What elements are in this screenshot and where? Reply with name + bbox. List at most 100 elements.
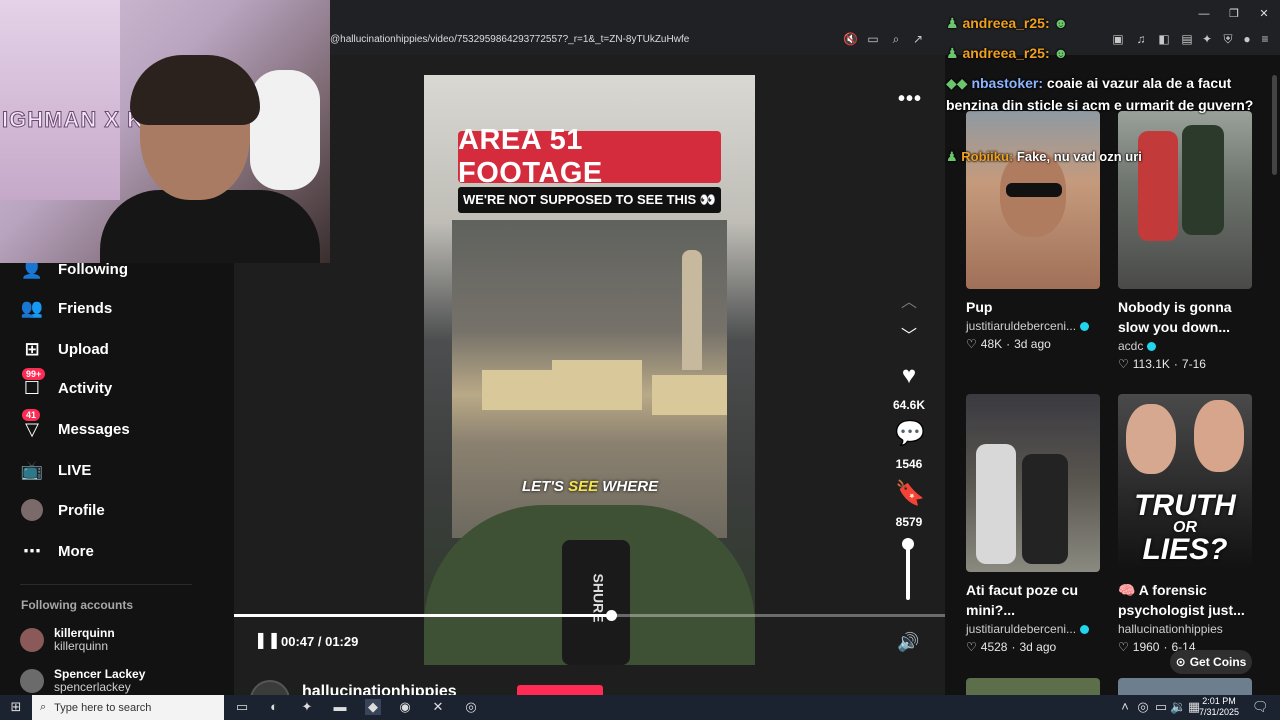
sidebar-item-upload[interactable]: ⊞ Upload	[20, 334, 108, 364]
following-account-row[interactable]: killerquinn killerquinn	[20, 627, 115, 653]
sidebar-item-label: More	[58, 542, 94, 560]
minimize-icon[interactable]: —	[1196, 6, 1212, 22]
speaker-icon[interactable]: 🔉	[1170, 699, 1186, 715]
close-icon[interactable]: ✕	[1256, 6, 1272, 22]
chat-username: andreea_r25:	[962, 45, 1050, 61]
chat-badge-icon: ♟	[946, 45, 959, 61]
more-options-icon[interactable]: •••	[898, 88, 922, 111]
card-thumbnail[interactable]	[1118, 111, 1252, 289]
card-author[interactable]: hallucinationhippies	[1118, 622, 1252, 636]
card-author[interactable]: acdc	[1118, 339, 1252, 353]
get-coins-label: Get Coins	[1189, 655, 1247, 669]
browser-app-icon[interactable]: ◆	[365, 699, 381, 715]
card-author[interactable]: justitiaruldeberceni...	[966, 319, 1100, 333]
meta-separator: ·	[1006, 337, 1011, 351]
sidebar-item-more[interactable]: ⋯ More	[20, 536, 94, 566]
pause-icon[interactable]: ❚❚	[254, 632, 281, 650]
zoom-icon[interactable]: ⌕	[889, 32, 903, 46]
chat-username: Robiiku:	[961, 149, 1014, 164]
recommended-card-partial[interactable]	[1118, 678, 1252, 695]
card-author-name: acdc	[1118, 339, 1144, 353]
heart-icon: ♡	[966, 337, 977, 351]
sidepanel-icon[interactable]: ◧	[1157, 32, 1171, 46]
sidebar-item-live[interactable]: 📺 LIVE	[20, 455, 92, 485]
edge-icon[interactable]: ◐	[266, 699, 282, 715]
sidebar-divider	[20, 584, 192, 585]
thumb-text-truth: TRUTH	[1134, 489, 1236, 522]
chat-badge-icon: ♟	[946, 149, 958, 164]
taskbar-clock[interactable]: 2:01 PM 7/31/2025	[1197, 696, 1241, 718]
meta-separator: ·	[1173, 357, 1178, 371]
card-author[interactable]: justitiaruldeberceni...	[966, 622, 1100, 636]
chat-message: ♟ andreea_r25: ☻	[946, 42, 1068, 64]
network-icon[interactable]: ▭	[1153, 699, 1169, 715]
wallet-icon[interactable]: ▤	[1180, 32, 1194, 46]
tray-chevron-icon[interactable]: ˄	[1117, 699, 1133, 715]
notifications-icon[interactable]: 🗨	[1252, 699, 1269, 715]
clock-date: 7/31/2025	[1198, 707, 1240, 717]
profile-icon[interactable]: ●	[1240, 32, 1254, 46]
card-age: 3d ago	[1014, 337, 1051, 351]
cast-icon[interactable]: ▭	[866, 32, 880, 46]
like-heart-icon[interactable]: ♥	[895, 362, 923, 390]
task-view-icon[interactable]: ▭	[234, 699, 250, 715]
share-icon[interactable]: ↗	[911, 32, 925, 46]
card-likes: 113.1K	[1132, 357, 1170, 371]
heart-icon: ♡	[1118, 640, 1129, 654]
recommended-card[interactable]: Ati facut poze cu mini?... justitiarulde…	[966, 394, 1100, 654]
chevron-down-icon[interactable]: ﹀	[895, 323, 923, 351]
wall-poster	[0, 0, 120, 200]
mute-tab-icon[interactable]: 🔇	[843, 32, 858, 46]
thumb-person	[976, 444, 1016, 564]
avatar	[20, 669, 44, 693]
volume-icon[interactable]: 🔊	[897, 632, 919, 653]
caption-post: WHERE	[598, 478, 659, 495]
volume-slider-handle[interactable]	[902, 538, 914, 550]
sidebar-item-messages[interactable]: ▽ 41 Messages	[20, 409, 130, 444]
discord-icon[interactable]: ◎	[463, 699, 479, 715]
media-icon[interactable]: ♫	[1134, 32, 1148, 46]
card-author-name: hallucinationhippies	[1118, 622, 1223, 636]
card-title: 🧠 A forensic psychologist just...	[1118, 582, 1245, 618]
extension-icon[interactable]: ▣	[1111, 32, 1125, 46]
thumb-person	[1138, 131, 1178, 241]
caption-highlight: SEE	[568, 478, 599, 495]
menu-icon[interactable]: ≡	[1258, 32, 1272, 46]
hangar	[552, 360, 642, 410]
card-thumbnail[interactable]	[966, 111, 1100, 289]
like-count: 64.6K	[892, 398, 926, 412]
card-thumbnail[interactable]: TRUTH OR LIES?	[1118, 394, 1252, 572]
windows-start-icon[interactable]: ⊞	[8, 699, 24, 715]
messages-icon: ▽ 41	[20, 409, 44, 441]
recommended-card[interactable]: TRUTH OR LIES? 🧠 A forensic psychologist…	[1118, 394, 1252, 654]
copilot-app-icon[interactable]: ✦	[299, 699, 315, 715]
progress-scrubber[interactable]	[606, 610, 617, 621]
card-thumbnail[interactable]	[966, 394, 1100, 572]
upload-icon: ⊞	[24, 338, 40, 359]
meta-separator: ·	[1011, 640, 1016, 654]
tray-app-icon[interactable]: ◎	[1135, 699, 1151, 715]
activity-badge: 99+	[22, 368, 46, 380]
copilot-icon[interactable]: ✦	[1200, 32, 1214, 46]
card-meta: ♡ 48K · 3d ago	[966, 337, 1100, 351]
address-url[interactable]: @hallucinationhippies/video/753295986429…	[330, 34, 689, 45]
save-count: 8579	[895, 515, 923, 529]
bookmark-icon[interactable]: 🔖	[895, 480, 925, 508]
comment-icon[interactable]: 💬	[895, 420, 925, 448]
maximize-icon[interactable]: ❐	[1226, 6, 1242, 22]
sidebar-item-activity[interactable]: ☐ 99+ Activity	[20, 368, 112, 403]
following-account-row[interactable]: Spencer Lackey spencerlackey	[20, 668, 145, 694]
headset-mic	[250, 70, 320, 190]
recommended-card-partial[interactable]	[966, 678, 1100, 695]
file-explorer-icon[interactable]: ▬	[332, 699, 348, 715]
chevron-up-icon[interactable]: ︿	[895, 289, 923, 317]
shield-icon[interactable]: ⛨	[1221, 32, 1235, 46]
get-coins-button[interactable]: ⊙ Get Coins	[1170, 650, 1252, 674]
sidebar-item-profile[interactable]: Profile	[20, 495, 105, 525]
steam-icon[interactable]: ◉	[397, 699, 413, 715]
chat-username: andreea_r25:	[962, 15, 1050, 31]
heart-icon: ♡	[1118, 357, 1129, 371]
taskbar-search[interactable]: ⌕ Type here to search	[32, 695, 224, 720]
sidebar-item-friends[interactable]: 👥 Friends	[20, 293, 112, 323]
excel-icon[interactable]: ✕	[430, 699, 446, 715]
